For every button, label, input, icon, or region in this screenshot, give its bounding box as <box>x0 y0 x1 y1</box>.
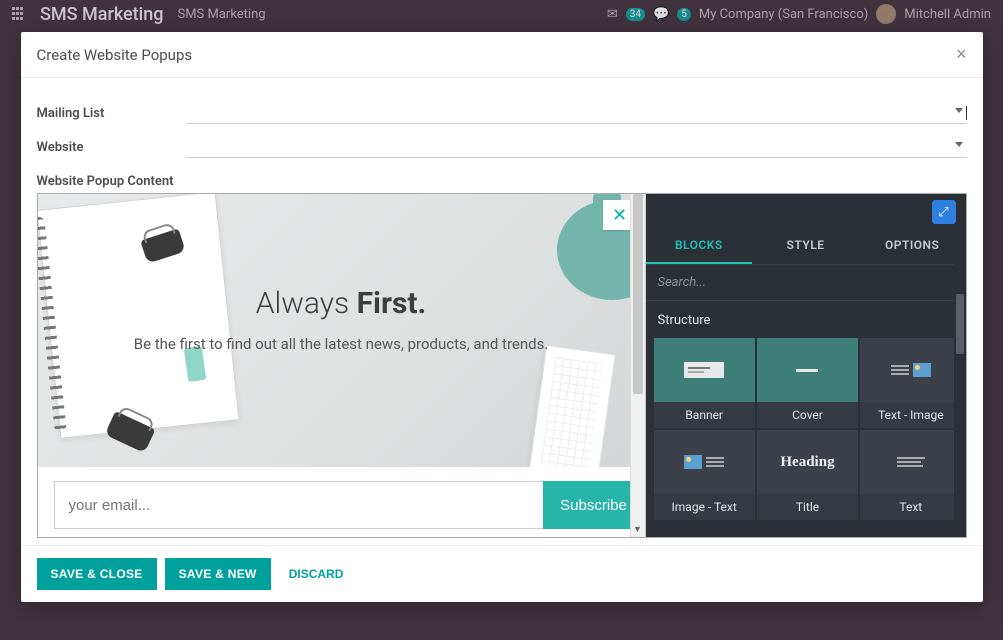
tab-options[interactable]: OPTIONS <box>859 228 966 264</box>
modal: Create Website Popups × Mailing List Web… <box>21 32 983 602</box>
email-field[interactable] <box>54 481 543 529</box>
content-section-label: Website Popup Content <box>37 174 967 189</box>
block-text[interactable]: Text <box>860 430 961 520</box>
discard-button[interactable]: DISCARD <box>279 558 354 590</box>
website-select[interactable] <box>187 136 967 158</box>
website-input[interactable] <box>187 139 967 154</box>
chevron-down-icon <box>955 142 963 147</box>
structure-heading: Structure <box>646 301 966 338</box>
modal-title: Create Website Popups <box>37 46 193 64</box>
tab-style[interactable]: STYLE <box>752 228 859 264</box>
hero-title[interactable]: Always First. <box>38 286 645 321</box>
save-close-button[interactable]: SAVE & CLOSE <box>37 558 157 590</box>
chevron-down-icon <box>955 108 963 113</box>
preview-scrollbar[interactable]: ▼ <box>630 194 645 537</box>
tab-blocks[interactable]: BLOCKS <box>646 228 753 264</box>
subscribe-row: Subscribe <box>54 481 645 529</box>
editor-preview[interactable]: ✕ Always First. Be the first to find out… <box>38 194 646 537</box>
mailing-list-input[interactable] <box>187 105 966 120</box>
mailing-list-label: Mailing List <box>37 106 187 121</box>
modal-header: Create Website Popups × <box>21 32 983 78</box>
block-banner[interactable]: Banner <box>654 338 755 428</box>
editor-sidebar: ⤢ BLOCKS STYLE OPTIONS Search... Structu… <box>646 194 966 537</box>
save-new-button[interactable]: SAVE & NEW <box>165 558 271 590</box>
hero-subtitle[interactable]: Be the first to find out all the latest … <box>38 333 645 356</box>
modal-footer: SAVE & CLOSE SAVE & NEW DISCARD <box>21 545 983 602</box>
hero-block[interactable]: ✕ Always First. Be the first to find out… <box>38 194 645 467</box>
modal-overlay: Create Website Popups × Mailing List Web… <box>0 0 1003 640</box>
modal-body: Mailing List Website Website Popup Conte… <box>21 78 983 545</box>
block-cover[interactable]: Cover <box>757 338 858 428</box>
popup-editor: ✕ Always First. Be the first to find out… <box>37 193 967 538</box>
block-text-image[interactable]: Text - Image <box>860 338 961 428</box>
block-title[interactable]: Heading Title <box>757 430 858 520</box>
close-icon[interactable]: × <box>956 44 967 65</box>
block-search-input[interactable]: Search... <box>646 265 966 301</box>
mailing-list-select[interactable] <box>187 102 967 124</box>
sidebar-scrollbar[interactable] <box>954 258 966 537</box>
block-image-text[interactable]: Image - Text <box>654 430 755 520</box>
sidebar-tabs: BLOCKS STYLE OPTIONS <box>646 228 966 265</box>
expand-icon[interactable]: ⤢ <box>932 200 956 224</box>
website-label: Website <box>37 140 187 155</box>
